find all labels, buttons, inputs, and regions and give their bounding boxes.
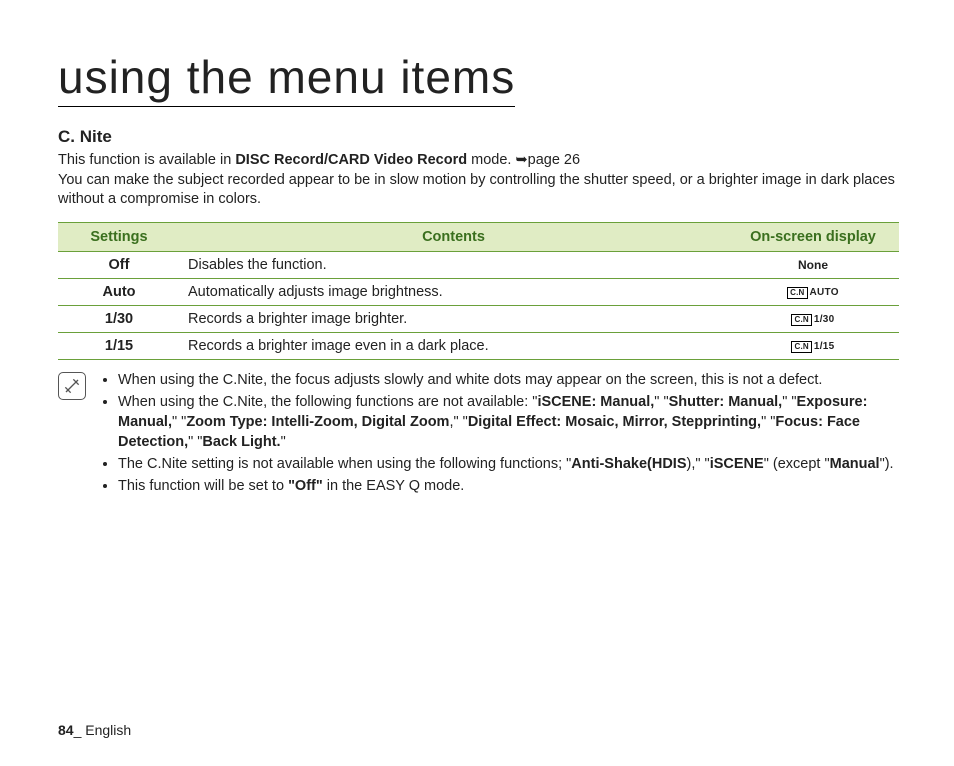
display-label: AUTO — [810, 287, 839, 298]
footer-sep: _ — [74, 722, 86, 738]
b: "Off" — [288, 478, 323, 494]
cell-contents: Records a brighter image even in a dark … — [180, 332, 727, 359]
b: Manual — [830, 456, 880, 472]
page-ref-arrow-icon: ➥ — [515, 152, 527, 168]
intro-mode-bold: DISC Record/CARD Video Record — [235, 152, 467, 168]
cn-indicator-icon: C.N — [791, 314, 811, 326]
notes-block: When using the C.Nite, the focus adjusts… — [58, 370, 899, 498]
cell-contents: Disables the function. — [180, 251, 727, 278]
b: Zoom Type: Intelli-Zoom, Digital Zoom — [186, 414, 449, 430]
t: " " — [188, 434, 202, 450]
intro-paragraph: This function is available in DISC Recor… — [58, 151, 899, 210]
page-title: using the menu items — [58, 50, 515, 107]
b: iSCENE — [710, 456, 764, 472]
t: The C.Nite setting is not available when… — [118, 456, 571, 472]
display-label: 1/15 — [814, 341, 835, 352]
table-row: 1/15 Records a brighter image even in a … — [58, 332, 899, 359]
note-item: When using the C.Nite, the following fun… — [118, 392, 899, 452]
t: )," " — [687, 456, 710, 472]
b: Digital Effect: Mosaic, Mirror, Stepprin… — [468, 414, 761, 430]
page-number: 84 — [58, 722, 74, 738]
notes-list: When using the C.Nite, the focus adjusts… — [100, 370, 899, 498]
table-row: Auto Automatically adjusts image brightn… — [58, 278, 899, 305]
note-item: This function will be set to "Off" in th… — [118, 476, 899, 496]
t: "). — [880, 456, 894, 472]
footer-lang: English — [85, 722, 131, 738]
note-icon — [58, 372, 86, 400]
page-ref: page 26 — [528, 152, 580, 168]
intro-line2: You can make the subject recorded appear… — [58, 172, 895, 208]
t: " (except " — [764, 456, 830, 472]
settings-table: Settings Contents On-screen display Off … — [58, 222, 899, 360]
display-none: None — [798, 258, 828, 272]
cell-setting: 1/15 — [58, 332, 180, 359]
t: " " — [172, 414, 186, 430]
note-item: The C.Nite setting is not available when… — [118, 454, 899, 474]
cell-contents: Records a brighter image brighter. — [180, 305, 727, 332]
table-row: Off Disables the function. None — [58, 251, 899, 278]
b: iSCENE: Manual, — [537, 394, 654, 410]
t: " " — [782, 394, 796, 410]
cell-display: C.NAUTO — [727, 278, 899, 305]
cell-setting: 1/30 — [58, 305, 180, 332]
table-header-row: Settings Contents On-screen display — [58, 222, 899, 251]
t: When using the C.Nite, the following fun… — [118, 394, 537, 410]
cell-display: C.N1/30 — [727, 305, 899, 332]
cn-indicator-icon: C.N — [791, 341, 811, 353]
cell-contents: Automatically adjusts image brightness. — [180, 278, 727, 305]
t: ," " — [449, 414, 467, 430]
b: Shutter: Manual, — [669, 394, 783, 410]
table-row: 1/30 Records a brighter image brighter. … — [58, 305, 899, 332]
t: This function will be set to — [118, 478, 288, 494]
note-item: When using the C.Nite, the focus adjusts… — [118, 370, 899, 390]
t: " " — [654, 394, 668, 410]
intro-pre: This function is available in — [58, 152, 235, 168]
b: Back Light. — [202, 434, 280, 450]
intro-post: mode. — [467, 152, 515, 168]
t: " " — [761, 414, 775, 430]
display-label: 1/30 — [814, 314, 835, 325]
th-contents: Contents — [180, 222, 727, 251]
t: in the EASY Q mode. — [323, 478, 465, 494]
th-display: On-screen display — [727, 222, 899, 251]
cn-indicator-icon: C.N — [787, 287, 807, 299]
page-footer: 84_ English — [58, 722, 131, 738]
cell-display: C.N1/15 — [727, 332, 899, 359]
cell-setting: Auto — [58, 278, 180, 305]
section-heading-cnite: C. Nite — [58, 127, 899, 147]
cell-display: None — [727, 251, 899, 278]
b: Anti-Shake(HDIS — [571, 456, 686, 472]
cell-setting: Off — [58, 251, 180, 278]
th-settings: Settings — [58, 222, 180, 251]
t: " — [281, 434, 286, 450]
